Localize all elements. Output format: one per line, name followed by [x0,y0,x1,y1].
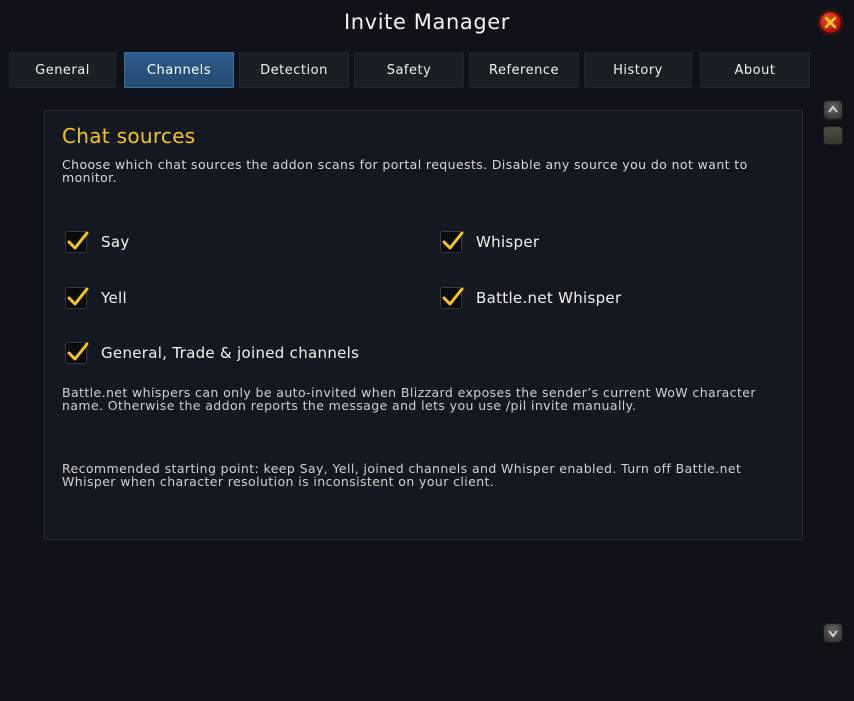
chat-sources-panel: Chat sources Choose which chat sources t… [44,110,803,540]
tab-safety[interactable]: Safety [354,52,464,88]
checkmark-icon [442,287,464,306]
battlenet-note: Battle.net whispers can only be auto-inv… [62,385,756,413]
yell-checkbox[interactable] [65,287,89,309]
joined-channels-checkbox[interactable] [65,342,89,364]
joined-channels-label: General, Trade & joined channels [101,344,360,362]
close-icon [824,16,837,29]
checkmark-icon [67,231,89,250]
tab-about[interactable]: About [700,52,810,88]
checkmark-icon [67,342,89,361]
tab-channels[interactable]: Channels [124,52,234,88]
checkmark-icon [442,231,464,250]
window-title: Invite Manager [343,10,511,34]
say-checkbox[interactable] [65,231,89,253]
battlenet-whisper-label: Battle.net Whisper [476,289,622,307]
option-whisper[interactable]: Whisper [440,230,539,254]
tab-reference[interactable]: Reference [469,52,579,88]
section-title: Chat sources [62,124,196,148]
whisper-checkbox[interactable] [440,231,464,253]
option-say[interactable]: Say [65,230,130,254]
option-battlenet-whisper[interactable]: Battle.net Whisper [440,286,621,310]
scrollbar-thumb[interactable] [823,126,843,145]
section-description: Choose which chat sources the addon scan… [62,157,748,185]
option-yell[interactable]: Yell [65,286,127,310]
checkmark-icon [67,287,89,306]
arrow-up-icon [828,105,838,113]
invite-manager-window: Invite Manager General Channels Detectio… [0,0,854,701]
battlenet-whisper-checkbox[interactable] [440,287,464,309]
yell-label: Yell [101,289,127,307]
tab-detection[interactable]: Detection [239,52,349,88]
whisper-label: Whisper [476,233,540,251]
close-button[interactable] [819,11,842,34]
scroll-up-button[interactable] [823,100,843,120]
scroll-down-button[interactable] [823,623,843,643]
arrow-down-icon [828,630,838,638]
say-label: Say [101,233,130,251]
option-joined-channels[interactable]: General, Trade & joined channels [65,341,359,365]
recommended-note: Recommended starting point: keep Say, Ye… [62,461,742,489]
tab-history[interactable]: History [584,52,692,88]
tab-bar: General Channels Detection Safety Refere… [9,52,811,88]
tab-general[interactable]: General [9,52,116,88]
